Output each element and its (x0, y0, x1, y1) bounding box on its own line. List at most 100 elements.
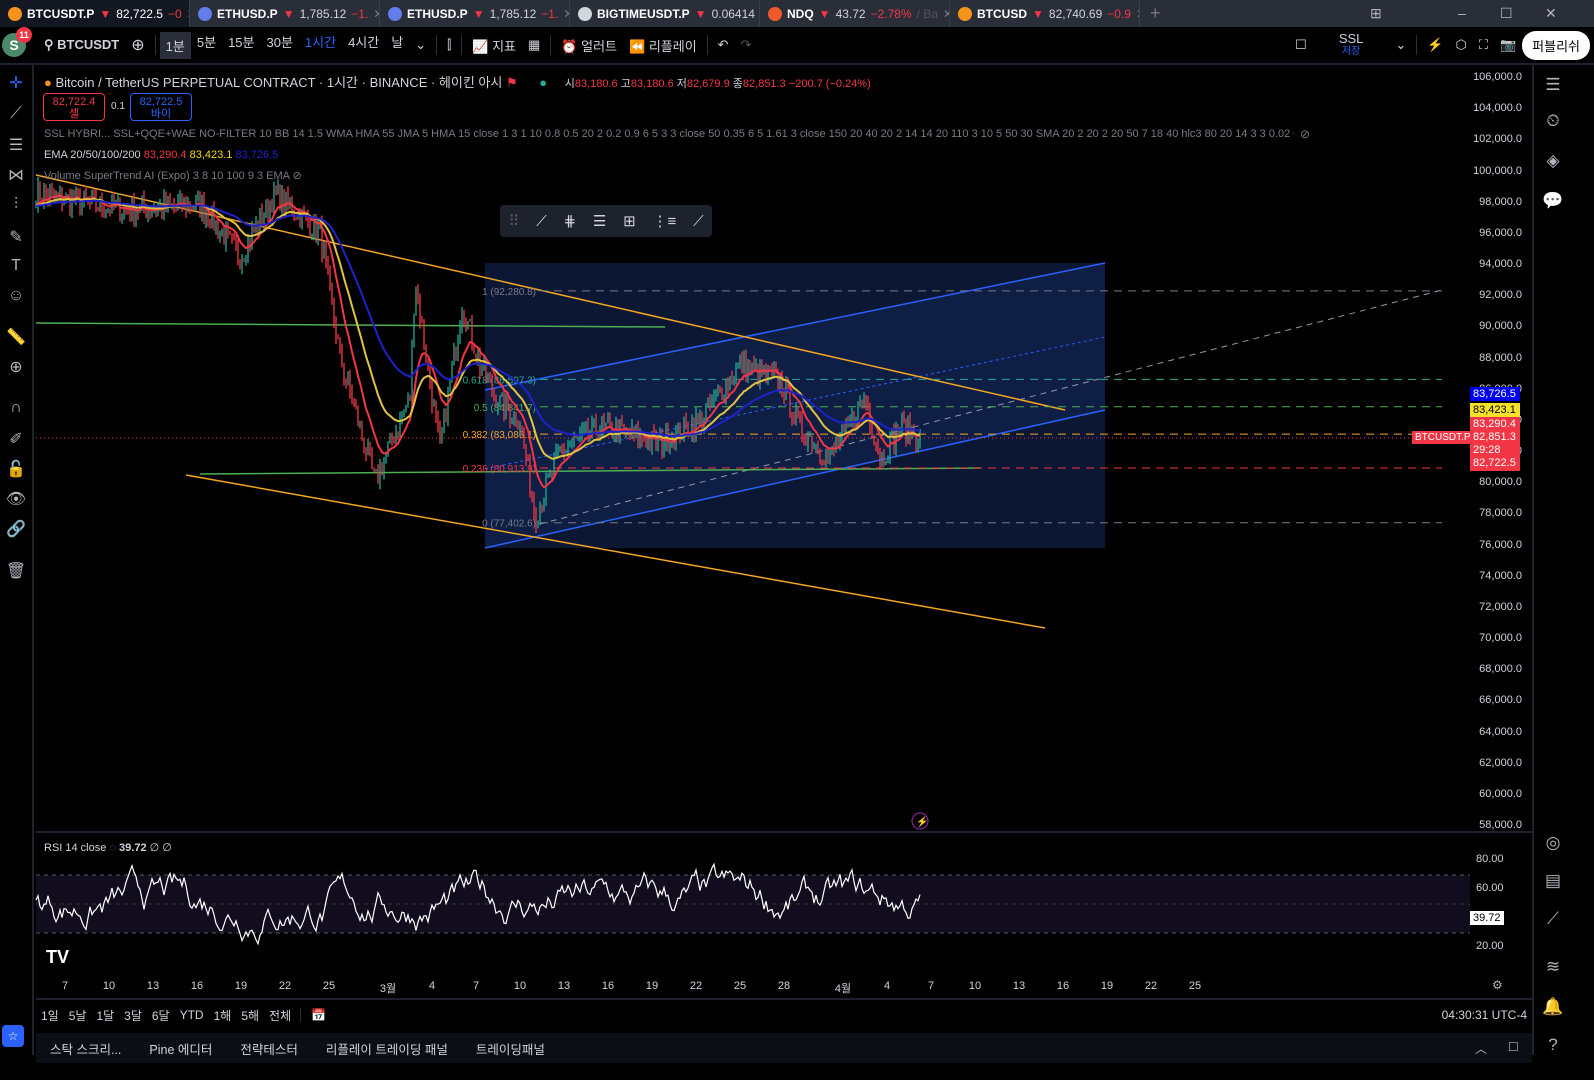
panel-tab[interactable]: Pine 에디터 (135, 1039, 226, 1058)
time-axis-label: 22 (1144, 980, 1158, 992)
time-axis-label: 19 (645, 980, 659, 992)
price-axis-label: 98,000.0 (1479, 195, 1522, 208)
hidden-eye-icon[interactable]: ⊘ (292, 170, 301, 182)
time-axis-label: 10 (102, 980, 116, 992)
hidden-eye-icon[interactable]: ⊘ (1300, 127, 1310, 141)
timezone-clock[interactable]: 04:30:31 UTC-4 (1437, 1008, 1532, 1022)
range-button[interactable]: YTD (175, 1008, 209, 1022)
range-button[interactable]: 1해 (209, 1007, 237, 1024)
price-axis-label: 90,000.0 (1479, 320, 1522, 333)
buy-button[interactable]: 82,722.5 바이 (130, 93, 192, 121)
sell-price: 82,722.4 (52, 96, 96, 108)
flag-icon[interactable]: ⚑ (506, 75, 518, 90)
bid-price-tag: 82,722.5 (1473, 457, 1516, 469)
time-axis-label: 4 (883, 980, 891, 992)
panel-tab[interactable]: 전략테스터 (226, 1039, 312, 1058)
bottom-panel-tabs: 스탁 스크리... Pine 에디터 전략테스터 리플레이 트레이딩 패널 트레이딩패널 (36, 1033, 1532, 1063)
range-button[interactable]: 5해 (236, 1007, 264, 1024)
fib-tool-icon[interactable]: ⋮≡ (653, 212, 677, 230)
spread-value: 0.1 (111, 101, 125, 112)
time-axis-label: 16 (601, 980, 615, 992)
time-axis-label: 25 (1188, 980, 1202, 992)
price-axis-label: 62,000.0 (1479, 756, 1522, 769)
parallel-channel-tool-icon[interactable]: ⋕ (564, 212, 577, 230)
sell-button[interactable]: 82,722.4 셀 (43, 93, 105, 121)
ema20-value: 83,290.4 (143, 149, 187, 161)
crosshair-box-tool-icon[interactable]: ⊞ (623, 212, 636, 230)
collapse-panel-icon[interactable]: ︿ (1475, 1040, 1487, 1057)
range-button[interactable]: 5날 (64, 1007, 92, 1024)
range-button[interactable]: 6달 (147, 1007, 175, 1024)
buy-label: 바이 (150, 108, 172, 120)
time-axis-label: 16 (1056, 980, 1070, 992)
drag-handle-icon[interactable]: ⠿ (508, 212, 519, 230)
time-axis-label: 13 (557, 980, 571, 992)
maximize-panel-icon[interactable]: ☐ (1508, 1040, 1519, 1054)
horizontal-lines-tool-icon[interactable]: ☰ (593, 212, 606, 230)
range-bar: 1일 5날 1달 3달 6달 YTD 1해 5해 전체 📅 04:30:31 UTC-4 (36, 998, 1532, 1030)
range-button[interactable]: 1일 (36, 1007, 64, 1024)
price-axis-label: 92,000.0 (1479, 289, 1522, 302)
ema-legend[interactable]: EMA 20/50/100/200 83,290.4 83,423.1 83,7… (44, 149, 278, 161)
loading-icon: ◌ (109, 842, 116, 854)
time-axis-label: 7 (927, 980, 935, 992)
ema50-tag: 83,423.1 (1470, 403, 1520, 417)
ssl-indicator-legend[interactable]: SSL HYBRI... SSL+QQE+WAE NO-FILTER 10 BB… (44, 128, 1294, 140)
price-axis-label: 106,000.0 (1473, 71, 1522, 83)
price-axis-label: 96,000.0 (1479, 226, 1522, 239)
rsi-axis-label: 20.00 (1476, 940, 1504, 952)
sell-label: 셀 (68, 108, 80, 120)
panel-tab[interactable]: 스탁 스크리... (36, 1039, 135, 1058)
low-label: 저 (676, 78, 687, 90)
price-axis-label: 66,000.0 (1479, 694, 1522, 707)
range-button[interactable]: 3달 (119, 1007, 147, 1024)
panel-tab[interactable]: 트레이딩패널 (462, 1039, 559, 1058)
fib-level-label: 1 (92,280.8) (482, 287, 536, 298)
fib-level-label: 0.236 (80,913.9) (463, 464, 536, 475)
time-axis-label: 4월 (834, 983, 852, 995)
bitcoin-icon: ● (44, 75, 52, 90)
price-axis-label: 100,000.0 (1473, 164, 1522, 177)
chart-title[interactable]: Bitcoin / TetherUS PERPETUAL CONTRACT · … (55, 75, 502, 90)
time-axis-label: 19 (1100, 980, 1114, 992)
goto-date-calendar-icon[interactable]: 📅 (300, 1008, 331, 1022)
rsi-label: RSI 14 close (44, 842, 107, 854)
price-axis-label: 78,000.0 (1479, 507, 1522, 520)
price-axis-label: 64,000.0 (1479, 725, 1522, 738)
chart-settings-gear-icon[interactable]: ⚙ (1492, 978, 1503, 992)
price-axis-label: 60,000.0 (1479, 787, 1522, 800)
fib-level-label: 0.618 (86,597.3) (463, 375, 536, 386)
price-axis-label: 68,000.0 (1479, 663, 1522, 676)
rsi-axis-label: 60.00 (1476, 882, 1504, 894)
buy-price: 82,722.5 (139, 96, 183, 108)
supertrend-legend[interactable]: Volume SuperTrend AI (Expo) 3 8 10 100 9… (44, 169, 302, 182)
time-axis-label: 25 (322, 980, 336, 992)
price-axis-label: 102,000.0 (1473, 133, 1522, 146)
fib-level-label: 0.382 (83,086.1) (463, 430, 536, 441)
trend-line-tool-icon[interactable]: ⟋ (536, 213, 547, 230)
time-axis-label: 13 (146, 980, 160, 992)
price-axis-label: 74,000.0 (1479, 569, 1522, 582)
panel-tab[interactable]: 리플레이 트레이딩 패널 (312, 1039, 462, 1058)
time-axis-label: 10 (968, 980, 982, 992)
ema20-tag: 83,290.4 (1473, 418, 1516, 430)
ema100-value: 83,726.5 (235, 149, 279, 161)
range-button[interactable]: 전체 (264, 1007, 296, 1024)
chart-legend-title-row: ● Bitcoin / TetherUS PERPETUAL CONTRACT … (44, 75, 871, 90)
price-axis-label: 58,000.0 (1479, 819, 1522, 832)
time-axis-label: 7 (61, 980, 69, 992)
chart-canvas[interactable]: 1 (92,280.8)0.618 (86,597.3)0.5 (84,841.… (0, 0, 1594, 1080)
ema50-value: 83,423.1 (189, 149, 233, 161)
brush-tool-icon[interactable]: ⟋ (693, 213, 704, 230)
range-button[interactable]: 1달 (91, 1007, 119, 1024)
time-axis-label: 7 (472, 980, 480, 992)
lightning-glyph: ⚡ (916, 815, 928, 828)
change-value: −200.7 (−0.24%) (788, 78, 871, 90)
close-value: 82,851.3 (742, 78, 786, 90)
price-axis-label: 72,000.0 (1479, 600, 1522, 613)
fib-level-label: 0 (77,402.6) (482, 519, 536, 530)
time-axis-label: 22 (278, 980, 292, 992)
low-value: 82,679.9 (686, 78, 730, 90)
rsi-legend[interactable]: RSI 14 close ◌ 39.72 ∅ ∅ (44, 841, 172, 854)
high-value: 83,180.6 (630, 78, 674, 90)
